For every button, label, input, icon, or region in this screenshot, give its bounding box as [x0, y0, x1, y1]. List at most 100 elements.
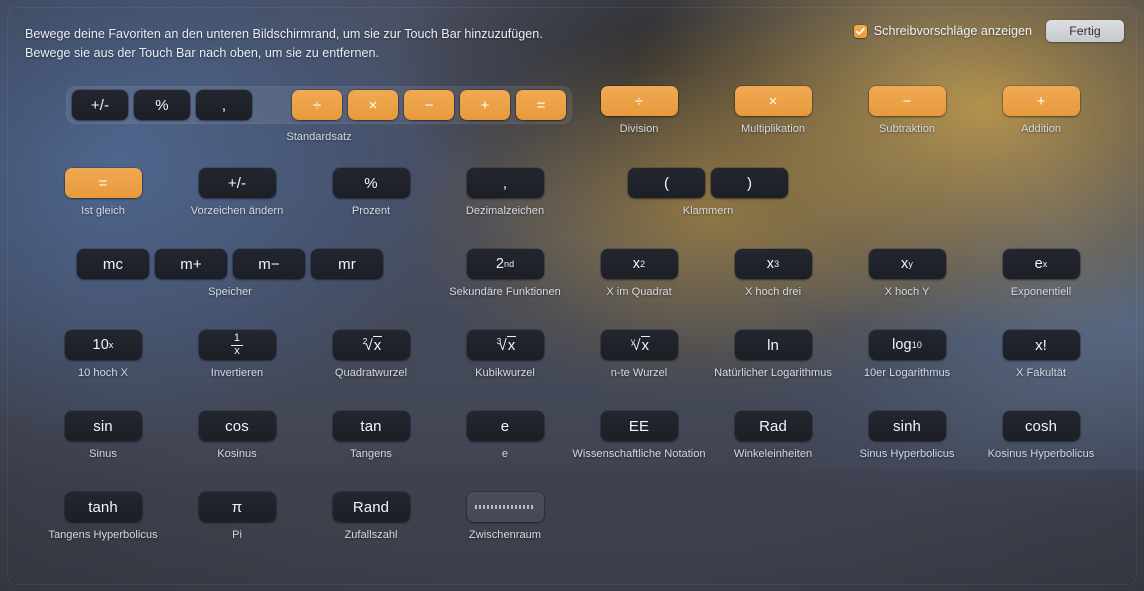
key-pi-cell: π Pi — [198, 492, 276, 541]
key-angle-units-cell: Rad Winkeleinheiten — [733, 411, 813, 460]
key-tan-cell: tan Tangens — [332, 411, 410, 460]
key-divide[interactable]: ÷ — [292, 90, 342, 120]
key-x-power-y[interactable]: xy — [868, 249, 946, 279]
key-log-base-10-cell: log 10 10er Logarithmus — [864, 330, 950, 379]
key-sign-change[interactable]: +/- — [198, 168, 276, 198]
row-1: +/-%, ÷ × − + = Standardsatz ÷ Division × Multipli… — [0, 86, 1144, 148]
key-equals-std-cell: = Ist gleich — [64, 168, 142, 217]
key-natural-log[interactable]: ln — [734, 330, 812, 360]
key-exponential-caption: Exponentiell — [1010, 286, 1072, 298]
key-cube-root-cell: 3 √x Kubikwurzel — [466, 330, 544, 379]
key-subtraction-cell: − Subtraktion — [868, 86, 946, 135]
key-memory-clear[interactable]: mc — [77, 249, 149, 279]
speicher-group-keys: mc m+ m− mr — [77, 249, 383, 279]
key-random[interactable]: Rand — [332, 492, 410, 522]
key-x-squared[interactable]: x2 — [600, 249, 678, 279]
key-multiply[interactable]: × — [348, 90, 398, 120]
key-tanh[interactable]: tanh — [64, 492, 142, 522]
key-tan[interactable]: tan — [332, 411, 410, 441]
key-glyph: EE — [628, 417, 650, 435]
key-glyph: x! — [1035, 336, 1047, 354]
key-percent[interactable]: % — [134, 90, 190, 120]
key-random-caption: Zufallszahl — [344, 529, 398, 541]
checkmark-icon[interactable] — [853, 24, 867, 38]
key-tanh-cell: tanh Tangens Hyperbolicus — [48, 492, 158, 541]
key-glyph: = — [98, 174, 108, 192]
key-decimal-separator-caption: Dezimalzeichen — [465, 205, 545, 217]
key-decimal-separator[interactable]: , — [466, 168, 544, 198]
key-random-cell: Rand Zufallszahl — [332, 492, 410, 541]
key-glyph: Rand — [352, 498, 390, 516]
key-spacer[interactable] — [466, 492, 544, 522]
touchbar-customize-window: Bewege deine Favoriten an den unteren Bi… — [0, 0, 1144, 591]
key-factorial[interactable]: x! — [1002, 330, 1080, 360]
key-comma[interactable]: , — [196, 90, 252, 120]
key-glyph: Rad — [759, 417, 787, 435]
key-nth-root[interactable]: y √x — [600, 330, 678, 360]
key-sin[interactable]: sin — [64, 411, 142, 441]
key-angle-units-caption: Winkeleinheiten — [733, 448, 813, 460]
key-pi[interactable]: π — [198, 492, 276, 522]
key-sinh-caption: Sinus Hyperbolicus — [859, 448, 955, 460]
key-ten-power-x[interactable]: 10 x — [64, 330, 142, 360]
instruction-line-1: Bewege deine Favoriten an den unteren Bi… — [25, 27, 543, 41]
key-add[interactable]: + — [460, 90, 510, 120]
key-addition[interactable]: + — [1002, 86, 1080, 116]
key-cube-root[interactable]: 3 √x — [466, 330, 544, 360]
favorites-palette: +/-%, ÷ × − + = Standardsatz ÷ Division × Multipli… — [0, 86, 1144, 591]
key-x-cubed[interactable]: x3 — [734, 249, 812, 279]
key-glyph: = — [536, 96, 546, 114]
key-log-base-10[interactable]: log 10 — [868, 330, 946, 360]
key-glyph: ÷ — [634, 92, 644, 110]
key-natural-log-cell: ln Natürlicher Logarithmus — [714, 330, 832, 379]
key-equals-std[interactable]: = — [64, 168, 142, 198]
key-sinh[interactable]: sinh — [868, 411, 946, 441]
key-cos[interactable]: cos — [198, 411, 276, 441]
key-addition-caption: Addition — [1020, 123, 1062, 135]
done-button[interactable]: Fertig — [1046, 20, 1124, 42]
key-paren-close[interactable]: ) — [711, 168, 788, 198]
speicher-group-caption: Speicher — [208, 286, 252, 298]
key-second-functions-caption: Sekundäre Funktionen — [449, 286, 561, 298]
key-plus-minus[interactable]: +/- — [72, 90, 128, 120]
key-second-functions[interactable]: 2nd — [466, 249, 544, 279]
instructions-text: Bewege deine Favoriten an den unteren Bi… — [25, 25, 543, 63]
key-x-cubed-cell: x3 X hoch drei — [734, 249, 812, 298]
key-percent-std[interactable]: % — [332, 168, 410, 198]
key-glyph: cosh — [1024, 417, 1058, 435]
key-division-caption: Division — [619, 123, 659, 135]
key-cosh[interactable]: cosh — [1002, 411, 1080, 441]
key-scientific-notation-cell: EE Wissenschaftliche Notation — [572, 411, 706, 460]
key-scientific-notation[interactable]: EE — [600, 411, 678, 441]
key-memory-recall[interactable]: mr — [311, 249, 383, 279]
key-memory-subtract[interactable]: m− — [233, 249, 305, 279]
key-cube-root-caption: Kubikwurzel — [475, 367, 535, 379]
key-glyph: sinh — [893, 417, 921, 435]
key-x-power-y-cell: xy X hoch Y — [868, 249, 946, 298]
key-euler-e[interactable]: e — [466, 411, 544, 441]
key-angle-units[interactable]: Rad — [734, 411, 812, 441]
key-paren-open[interactable]: ( — [628, 168, 705, 198]
key-subtraction[interactable]: − — [868, 86, 946, 116]
key-division[interactable]: ÷ — [600, 86, 678, 116]
key-addition-cell: + Addition — [1002, 86, 1080, 135]
typing-suggestions-checkbox[interactable]: Schreibvorschläge anzeigen — [853, 24, 1032, 38]
key-glyph: % — [155, 96, 169, 114]
key-nth-root-caption: n-te Wurzel — [610, 367, 668, 379]
key-cos-caption: Kosinus — [217, 448, 257, 460]
key-memory-add[interactable]: m+ — [155, 249, 227, 279]
key-square-root[interactable]: 2 √x — [332, 330, 410, 360]
key-exponential[interactable]: ex — [1002, 249, 1080, 279]
key-glyph: + — [480, 96, 490, 114]
key-x-cubed-caption: X hoch drei — [744, 286, 802, 298]
key-subtract[interactable]: − — [404, 90, 454, 120]
key-glyph: , — [502, 174, 508, 192]
key-invert[interactable]: 1x — [198, 330, 276, 360]
key-multiplication[interactable]: × — [734, 86, 812, 116]
key-sign-change-caption: Vorzeichen ändern — [190, 205, 284, 217]
key-scientific-notation-caption: Wissenschaftliche Notation — [572, 448, 706, 460]
key-square-root-cell: 2 √x Quadratwurzel — [332, 330, 410, 379]
key-glyph: +/- — [90, 96, 110, 114]
key-equals[interactable]: = — [516, 90, 566, 120]
key-sign-change-cell: +/- Vorzeichen ändern — [191, 168, 283, 217]
